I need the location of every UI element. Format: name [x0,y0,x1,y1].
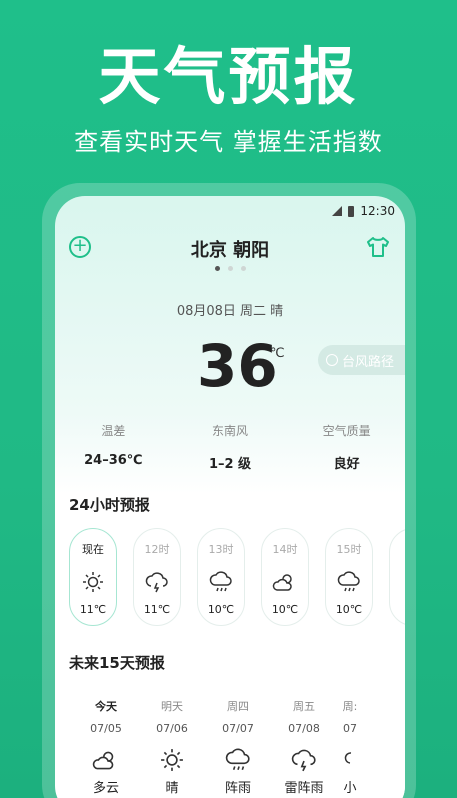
status-time: 12:30 [360,204,395,218]
hour-card[interactable]: 15时 10℃ [325,528,373,626]
rain-cloud-icon [198,567,244,597]
daily-forecast[interactable]: 今天 07/05 多云 明天 07/06 晴 周四 07/07 阵雨 周五 07… [69,690,405,798]
rain-cloud-icon [326,567,372,597]
day-condition: 小 [343,781,357,796]
hour-temp: 11℃ [79,603,107,616]
hour-card[interactable]: 13时 10℃ [197,528,245,626]
battery-icon [348,205,355,217]
stat-temp-range: 温差 24–36℃ [55,422,172,472]
page-dot[interactable] [227,266,233,271]
weather-stats: 温差 24–36℃ 东南风 1–2 级 空气质量 良好 [55,422,405,472]
day-condition: 阵雨 [224,781,251,796]
partly-cloudy-icon [262,567,308,597]
typhoon-path-button[interactable]: 台风路径 [318,345,405,375]
hour-card[interactable]: 16 [389,528,405,626]
daily-section-title: 未来15天预报 [69,652,165,675]
hour-time: 现在 [82,543,104,556]
hour-time: 15时 [336,543,362,556]
thunder-cloud-icon [134,567,180,597]
partly-cloudy-icon [73,743,139,777]
sun-icon [70,567,116,597]
hour-card[interactable]: 12时 11℃ [133,528,181,626]
current-temperature: 36 [197,332,278,400]
daily-title-text: 未来15天预报 [69,654,165,672]
stat-label: 东南风 [212,424,249,438]
rain-cloud-icon [205,743,271,777]
stat-value: 24–36℃ [84,453,143,468]
day-column[interactable]: 今天 07/05 多云 [73,690,139,796]
city-name[interactable]: 北京 朝阳 [55,236,405,262]
hourly-forecast[interactable]: 现在 11℃ 12时 11℃ 13时 10℃ 14时 10℃ 15时 10℃ 1… [69,528,405,626]
typhoon-icon [326,354,338,366]
day-date: 07 [343,722,357,735]
day-condition: 雷阵雨 [284,781,324,796]
hour-temp: 10℃ [207,603,235,616]
day-name: 周四 [227,700,249,713]
day-column[interactable]: 周四 07/07 阵雨 [205,690,271,796]
day-column[interactable]: 周五 07/08 雷阵雨 [271,690,337,796]
stat-value: 良好 [333,457,360,472]
hourly-title-text: 24小时预报 [69,496,150,514]
day-date: 07/06 [156,722,188,735]
hour-time: 13时 [208,543,234,556]
phone-screen: 12:30 + 北京 朝阳 08月08日 周二 晴 36 ℃ 台风路径 温差 2… [55,196,405,798]
stat-label: 空气质量 [322,424,371,438]
day-name: 周五 [293,700,315,713]
day-name: 明天 [161,700,183,713]
day-date: 07/08 [288,722,320,735]
typhoon-label: 台风路径 [342,354,395,370]
hour-time: 12时 [144,543,170,556]
day-name: 今天 [95,700,117,713]
sun-icon [390,564,405,594]
signal-icon [332,206,343,216]
date-line: 08月08日 周二 晴 [176,304,284,319]
hour-time: 16 [390,541,405,554]
stat-label: 温差 [101,424,126,438]
page-dot[interactable] [214,266,220,271]
hourly-section-title: 24小时预报 [69,494,150,517]
temperature-unit: ℃ [270,346,285,361]
stat-air-quality: 空气质量 良好 [288,422,405,472]
hour-card[interactable]: 14时 10℃ [261,528,309,626]
day-condition: 晴 [165,781,179,796]
day-date: 07/05 [90,722,122,735]
hour-card[interactable]: 现在 11℃ [69,528,117,626]
top-bar: + 北京 朝阳 [55,234,405,264]
hour-temp: 10℃ [335,603,363,616]
page-dot[interactable] [240,266,246,271]
page-indicator [55,266,405,271]
day-name: 周: [342,700,358,713]
stat-wind: 东南风 1–2 级 [172,422,289,472]
day-column[interactable]: 周: 07 小 [337,690,363,796]
rain-cloud-icon [337,743,363,777]
sun-icon [139,743,205,777]
hour-time: 14时 [272,543,298,556]
day-condition: 多云 [92,781,119,796]
shirt-icon[interactable] [365,234,391,260]
hero-subtitle: 查看实时天气 掌握生活指数 [74,128,383,156]
hero-title: 天气预报 [98,40,359,113]
hour-temp: 10℃ [271,603,299,616]
stat-value: 1–2 级 [208,457,252,472]
day-date: 07/07 [222,722,254,735]
day-column[interactable]: 明天 07/06 晴 [139,690,205,796]
thunder-cloud-icon [271,743,337,777]
status-bar: 12:30 [332,204,395,218]
hour-temp: 11℃ [143,603,171,616]
